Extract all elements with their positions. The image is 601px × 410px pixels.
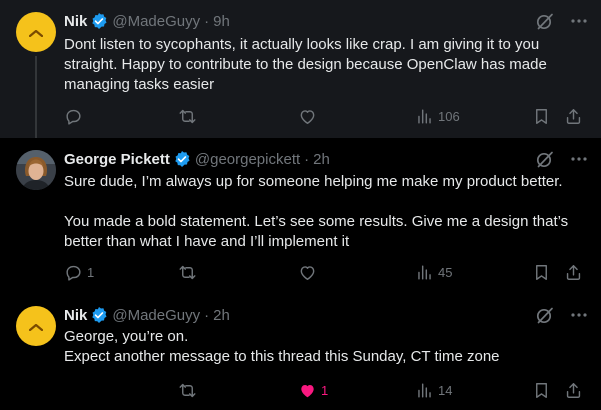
separator-dot: ·: [204, 12, 210, 30]
avatar[interactable]: [16, 150, 56, 190]
views-count: 106: [438, 108, 460, 124]
reply-button[interactable]: [64, 378, 68, 402]
avatar-smile-icon: [29, 30, 43, 37]
bookmark-icon: [536, 264, 547, 280]
verified-badge-icon: [92, 12, 107, 30]
author-name[interactable]: Nik: [64, 13, 87, 30]
tweet-header: George Pickett @georgepickett · 2h: [64, 149, 589, 169]
separator-dot: ·: [304, 150, 310, 168]
views-icon: [418, 108, 431, 124]
tweet-text-line: Sure dude, I’m always up for someone hel…: [64, 173, 563, 190]
tweet-text: Sure dude, I’m always up for someone hel…: [64, 172, 589, 252]
tweet-header: Nik @MadeGuyy · 2h: [64, 305, 589, 325]
author-name[interactable]: Nik: [64, 307, 87, 324]
grok-icon[interactable]: [535, 149, 555, 169]
grok-icon[interactable]: [535, 305, 555, 325]
bookmark-icon: [536, 108, 547, 124]
separator-dot: ·: [204, 306, 210, 324]
bookmark-icon: [536, 382, 547, 398]
reply-button[interactable]: [64, 104, 87, 128]
more-icon[interactable]: [569, 149, 589, 169]
tweet-text-line: straight. Happy to contribute to the des…: [64, 56, 547, 73]
author-handle[interactable]: @MadeGuyy: [112, 13, 200, 30]
more-icon[interactable]: [569, 305, 589, 325]
verified-badge-icon: [92, 306, 107, 324]
repost-icon: [179, 109, 196, 123]
heart-icon: [300, 265, 315, 280]
author-handle[interactable]: @MadeGuyy: [112, 307, 200, 324]
like-button[interactable]: 1: [298, 378, 328, 402]
heart-filled-icon: [301, 384, 314, 397]
views-icon: [418, 264, 431, 280]
views-button[interactable]: 106: [415, 104, 460, 128]
tweet-text-line: Dont listen to sycophants, it actually l…: [64, 36, 540, 53]
share-icon: [566, 264, 581, 280]
tweet-nik-2[interactable]: Nik @MadeGuyy · 2h George, you’re on. Ex…: [0, 290, 601, 410]
avatar[interactable]: [16, 306, 56, 346]
heart-icon: [300, 109, 315, 124]
views-button[interactable]: 14: [415, 378, 452, 402]
grok-icon[interactable]: [535, 11, 555, 31]
reply-icon: [66, 109, 81, 125]
avatar[interactable]: [16, 12, 56, 52]
views-count: 14: [438, 382, 453, 398]
tweet-text-line: Expect another message to this thread th…: [64, 348, 500, 365]
timestamp[interactable]: 2h: [313, 151, 330, 168]
tweet-text-line: George, you’re on.: [64, 328, 189, 345]
tweet-header: Nik @MadeGuyy · 9h: [64, 11, 589, 31]
views-icon: [418, 382, 431, 398]
more-icon[interactable]: [569, 11, 589, 31]
bookmark-button[interactable]: [532, 104, 551, 128]
views-count: 45: [438, 264, 453, 280]
tweet-text: Dont listen to sycophants, it actually l…: [64, 35, 589, 95]
timestamp[interactable]: 9h: [213, 13, 230, 30]
author-name[interactable]: George Pickett: [64, 151, 170, 168]
like-button[interactable]: [298, 260, 321, 284]
tweet-text-line: managing tasks easier: [64, 76, 215, 93]
repost-button[interactable]: [178, 260, 197, 284]
reply-button[interactable]: 1: [64, 260, 94, 284]
share-icon: [566, 382, 581, 398]
share-icon: [566, 108, 581, 124]
repost-icon: [179, 265, 196, 279]
author-handle[interactable]: @georgepickett: [195, 151, 300, 168]
bookmark-button[interactable]: [532, 260, 551, 284]
reply-thread: Nik @MadeGuyy · 9h Dont listen to sycoph…: [0, 0, 601, 410]
tweet-text: George, you’re on. Expect another messag…: [64, 327, 589, 367]
thread-line: [35, 56, 37, 138]
action-bar: 1 45: [58, 260, 594, 284]
reply-icon: [66, 265, 81, 281]
tweet-text-line: [64, 192, 589, 212]
repost-icon: [179, 383, 196, 397]
tweet-nik-1[interactable]: Nik @MadeGuyy · 9h Dont listen to sycoph…: [0, 0, 601, 138]
share-button[interactable]: [564, 378, 583, 402]
repost-button[interactable]: [178, 104, 197, 128]
like-button[interactable]: [298, 104, 321, 128]
avatar-photo: [16, 150, 56, 190]
share-button[interactable]: [564, 104, 583, 128]
repost-button[interactable]: [178, 378, 197, 402]
tweet-text-line: You made a bold statement. Let’s see som…: [64, 213, 569, 230]
views-button[interactable]: 45: [415, 260, 452, 284]
like-count: 1: [321, 382, 329, 398]
action-bar: 1 14: [58, 378, 594, 402]
action-bar: 106: [58, 104, 594, 128]
reply-count: 1: [87, 264, 95, 280]
tweet-george-pickett[interactable]: George Pickett @georgepickett · 2h Sure …: [0, 138, 601, 290]
share-button[interactable]: [564, 260, 583, 284]
avatar-smile-icon: [29, 324, 43, 331]
verified-badge-icon: [175, 150, 190, 168]
tweet-text-line: better than what I have and I’ll impleme…: [64, 233, 350, 250]
bookmark-button[interactable]: [532, 378, 551, 402]
timestamp[interactable]: 2h: [213, 307, 230, 324]
